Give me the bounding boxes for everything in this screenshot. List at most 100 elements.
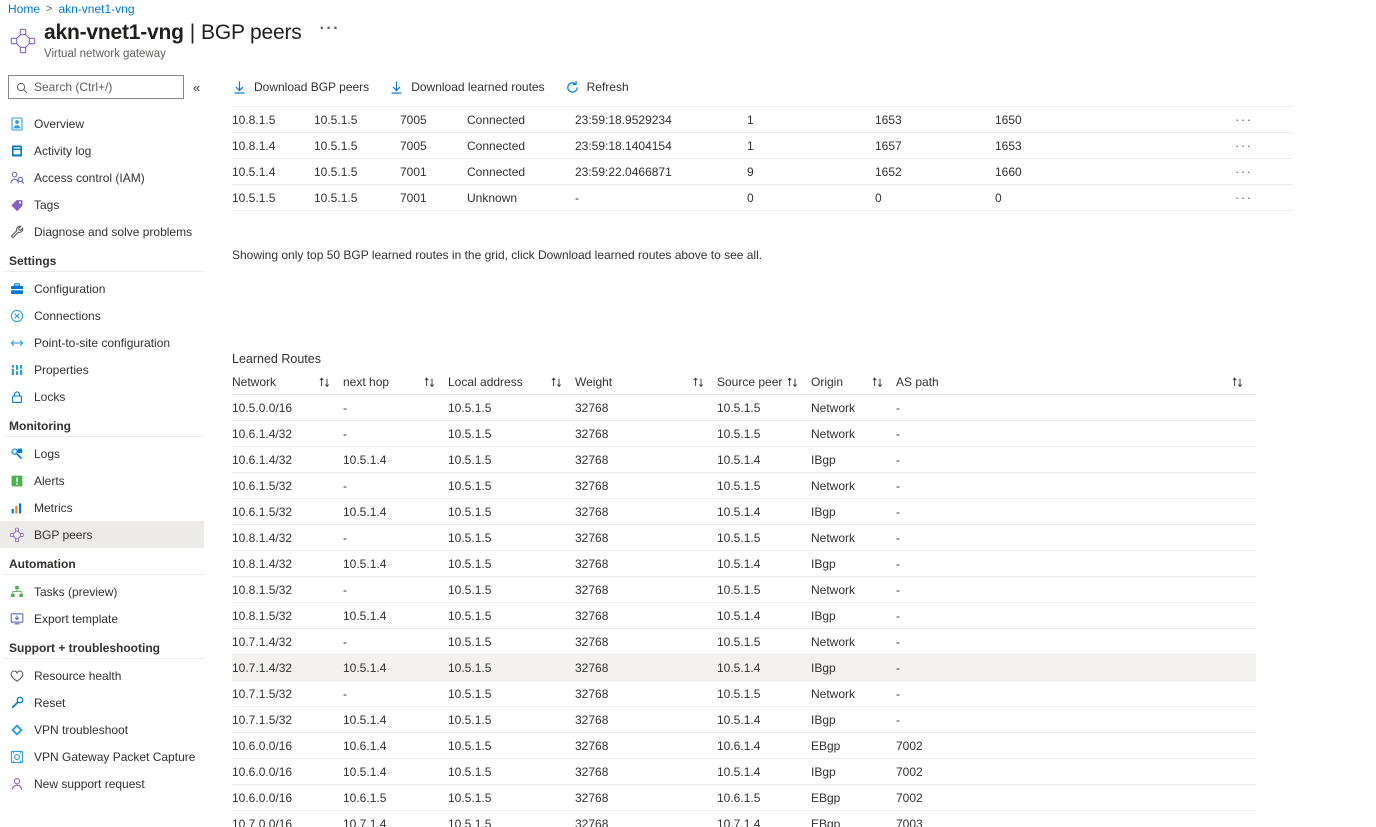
breadcrumb-current[interactable]: akn-vnet1-vng <box>58 2 134 16</box>
table-row[interactable]: 10.5.0.0/16-10.5.1.53276810.5.1.5Network… <box>232 395 1256 421</box>
chevron-double-left-icon[interactable]: « <box>193 81 200 94</box>
bgp-peers-row[interactable]: 10.8.1.410.5.1.57002Connected23:59:18.05… <box>232 98 1293 107</box>
ellipsis-icon[interactable]: ··· <box>1235 191 1253 205</box>
nav-group-divider <box>4 574 204 575</box>
cell-network: 10.6.0.0/16 <box>232 739 343 753</box>
sidebar-item-vpn-gateway-packet-capture[interactable]: VPN Gateway Packet Capture <box>0 743 204 770</box>
nav-group-settings: Settings ConfigurationConnectionsPoint-to… <box>0 254 214 410</box>
cell-routes-learned: 1 <box>747 113 875 127</box>
table-row[interactable]: 10.6.0.0/1610.5.1.410.5.1.53276810.5.1.4… <box>232 759 1256 785</box>
column-header-local-address[interactable]: Local address <box>448 375 575 389</box>
row-context-menu-button[interactable]: ··· <box>1235 191 1293 205</box>
sidebar-item-activity-log[interactable]: Activity log <box>0 137 214 164</box>
search-icon <box>16 81 28 93</box>
download-bgp-peers-button[interactable]: Download BGP peers <box>232 75 378 99</box>
sidebar-item-access-control-iam[interactable]: Access control (IAM) <box>0 164 214 191</box>
cell-local-address: 10.5.1.5 <box>314 113 400 127</box>
sidebar-item-connections[interactable]: Connections <box>0 302 204 329</box>
table-row[interactable]: 10.6.0.0/1610.6.1.510.5.1.53276810.6.1.5… <box>232 785 1256 811</box>
ellipsis-icon[interactable]: ··· <box>1235 139 1253 153</box>
table-row[interactable]: 10.8.1.5/3210.5.1.410.5.1.53276810.5.1.4… <box>232 603 1256 629</box>
table-row[interactable]: 10.6.0.0/1610.6.1.410.5.1.53276810.6.1.4… <box>232 733 1256 759</box>
column-header-next-hop[interactable]: next hop <box>343 375 448 389</box>
sort-ascending-descending-icon[interactable] <box>1231 376 1244 389</box>
sidebar-item-bgp-peers[interactable]: BGP peers <box>0 521 204 548</box>
row-context-menu-button[interactable]: ··· <box>1235 98 1293 101</box>
search-input[interactable] <box>34 80 174 94</box>
cell-network: 10.6.1.4/32 <box>232 427 343 441</box>
search-input-wrapper[interactable] <box>8 75 184 99</box>
table-row[interactable]: 10.6.1.5/32-10.5.1.53276810.5.1.5Network… <box>232 473 1256 499</box>
sidebar-item-vpn-troubleshoot[interactable]: VPN troubleshoot <box>0 716 204 743</box>
cell-network: 10.7.1.4/32 <box>232 661 343 675</box>
sidebar-item-locks[interactable]: Locks <box>0 383 204 410</box>
column-header-network[interactable]: Network <box>232 375 343 389</box>
ellipsis-icon[interactable]: ··· <box>1235 113 1253 127</box>
sidebar-item-new-support-request[interactable]: New support request <box>0 770 204 797</box>
nav-group-title: Settings <box>4 254 204 271</box>
table-row[interactable]: 10.6.1.4/3210.5.1.410.5.1.53276810.5.1.4… <box>232 447 1256 473</box>
sidebar-item-configuration[interactable]: Configuration <box>0 275 204 302</box>
sidebar-item-alerts[interactable]: Alerts <box>0 467 204 494</box>
ellipsis-icon[interactable]: ··· <box>1235 98 1253 101</box>
table-row[interactable]: 10.6.1.4/32-10.5.1.53276810.5.1.5Network… <box>232 421 1256 447</box>
column-header-origin[interactable]: Origin <box>811 375 896 389</box>
sort-ascending-descending-icon[interactable] <box>692 376 705 389</box>
table-row[interactable]: 10.8.1.5/32-10.5.1.53276810.5.1.5Network… <box>232 577 1256 603</box>
column-header-as-path[interactable]: AS path <box>896 375 1256 389</box>
row-context-menu-button[interactable]: ··· <box>1235 165 1293 179</box>
sidebar-item-point-to-site-configuration[interactable]: Point-to-site configuration <box>0 329 204 356</box>
refresh-button[interactable]: Refresh <box>565 75 638 99</box>
sidebar-item-logs[interactable]: Logs <box>0 440 204 467</box>
table-row[interactable]: 10.8.1.4/3210.5.1.410.5.1.53276810.5.1.4… <box>232 551 1256 577</box>
sidebar-item-tasks-preview[interactable]: Tasks (preview) <box>0 578 204 605</box>
tasks-icon <box>9 584 25 600</box>
sidebar-item-metrics[interactable]: Metrics <box>0 494 204 521</box>
sort-ascending-descending-icon[interactable] <box>423 376 436 389</box>
sidebar-item-resource-health[interactable]: Resource health <box>0 662 204 689</box>
sidebar-item-properties[interactable]: Properties <box>0 356 204 383</box>
sidebar-item-tags[interactable]: Tags <box>0 191 214 218</box>
more-options-button[interactable]: ··· <box>320 16 340 42</box>
table-row[interactable]: 10.7.1.5/32-10.5.1.53276810.5.1.5Network… <box>232 681 1256 707</box>
sidebar-item-diagnose-and-solve-problems[interactable]: Diagnose and solve problems <box>0 218 214 245</box>
nav-groups: Settings ConfigurationConnectionsPoint-to… <box>0 254 214 797</box>
sort-ascending-descending-icon[interactable] <box>786 376 799 389</box>
table-row[interactable]: 10.7.0.0/1610.7.1.410.5.1.53276810.7.1.4… <box>232 811 1256 827</box>
table-row[interactable]: 10.7.1.4/32-10.5.1.53276810.5.1.5Network… <box>232 629 1256 655</box>
bgp-peers-row[interactable]: 10.5.1.510.5.1.57001Unknown-000··· <box>232 185 1293 211</box>
bgp-peers-row[interactable]: 10.8.1.510.5.1.57005Connected23:59:18.95… <box>232 107 1293 133</box>
cell-asn: 7001 <box>400 165 467 179</box>
sidebar-item-reset[interactable]: Reset <box>0 689 204 716</box>
nav-group-divider <box>4 658 204 659</box>
cell-routes-learned: 9 <box>747 165 875 179</box>
column-header-weight[interactable]: Weight <box>575 375 717 389</box>
cell-as-path: - <box>896 479 1256 493</box>
column-header-source-peer[interactable]: Source peer <box>717 375 811 389</box>
table-row[interactable]: 10.7.1.5/3210.5.1.410.5.1.53276810.5.1.4… <box>232 707 1256 733</box>
sidebar-item-overview[interactable]: Overview <box>0 110 214 137</box>
ellipsis-icon[interactable]: ··· <box>1235 165 1253 179</box>
download-learned-routes-button[interactable]: Download learned routes <box>389 75 553 99</box>
table-row[interactable]: 10.6.1.5/3210.5.1.410.5.1.53276810.5.1.4… <box>232 499 1256 525</box>
cell-network: 10.6.1.5/32 <box>232 505 343 519</box>
table-row[interactable]: 10.7.1.4/3210.5.1.410.5.1.53276810.5.1.4… <box>232 655 1256 681</box>
sort-ascending-descending-icon[interactable] <box>550 376 563 389</box>
row-context-menu-button[interactable]: ··· <box>1235 113 1293 127</box>
cell-local-address: 10.5.1.5 <box>448 609 575 623</box>
cell-routes-learned: 0 <box>747 191 875 205</box>
table-row[interactable]: 10.8.1.4/32-10.5.1.53276810.5.1.5Network… <box>232 525 1256 551</box>
breadcrumb-home[interactable]: Home <box>8 2 40 16</box>
cell-source-peer: 10.5.1.5 <box>717 401 811 415</box>
bgp-peers-table[interactable]: 10.8.1.410.5.1.57002Connected23:59:18.05… <box>232 98 1293 219</box>
bgp-peers-row[interactable]: 10.5.1.410.5.1.57001Connected23:59:22.04… <box>232 159 1293 185</box>
cell-as-path: 7002 <box>896 739 1256 753</box>
sort-ascending-descending-icon[interactable] <box>318 376 331 389</box>
bgp-peers-row[interactable]: 10.8.1.410.5.1.57005Connected23:59:18.14… <box>232 133 1293 159</box>
row-context-menu-button[interactable]: ··· <box>1235 139 1293 153</box>
export-template-icon <box>9 611 25 627</box>
sort-ascending-descending-icon[interactable] <box>871 376 884 389</box>
cell-network: 10.5.0.0/16 <box>232 401 343 415</box>
sidebar-item-export-template[interactable]: Export template <box>0 605 204 632</box>
cell-network: 10.6.1.4/32 <box>232 453 343 467</box>
